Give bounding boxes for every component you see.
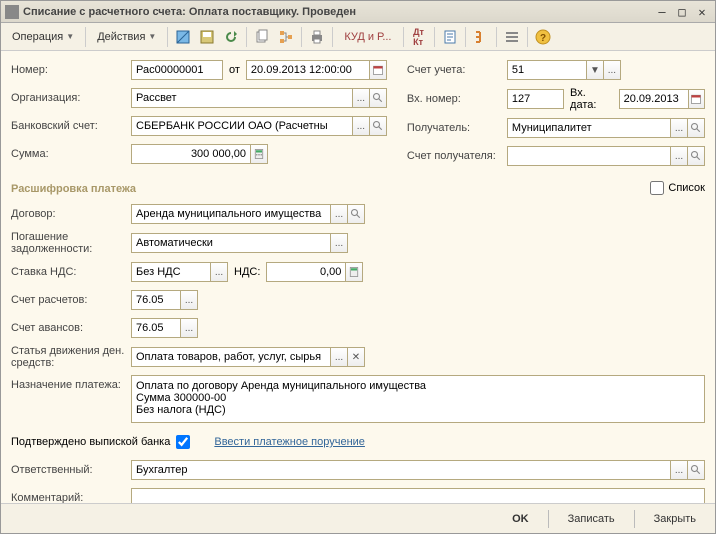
responsible-label: Ответственный: — [11, 464, 131, 476]
advance-label: Счет авансов: — [11, 322, 131, 334]
magnifier-icon[interactable] — [687, 146, 705, 166]
debt-input[interactable] — [131, 233, 331, 253]
contract-label: Договор: — [11, 208, 131, 220]
magnifier-icon[interactable] — [687, 118, 705, 138]
operation-menu[interactable]: Операция▼ — [5, 26, 81, 48]
in-date-label: Вх. дата: — [570, 87, 613, 111]
maximize-button[interactable]: □ — [673, 4, 691, 20]
post-icon[interactable] — [172, 26, 194, 48]
sum-label: Сумма: — [11, 148, 131, 160]
kudir-button[interactable]: КУД и Р... — [337, 26, 398, 48]
copy-icon[interactable] — [251, 26, 273, 48]
ellipsis-button[interactable]: ... — [180, 318, 198, 338]
ellipsis-button[interactable]: ... — [330, 347, 348, 367]
actions-menu[interactable]: Действия▼ — [90, 26, 163, 48]
org-label: Организация: — [11, 92, 131, 104]
clear-icon[interactable]: ✕ — [347, 347, 365, 367]
save-button[interactable]: Записать — [557, 509, 626, 529]
bank-label: Банковский счет: — [11, 120, 131, 132]
comment-input[interactable] — [131, 488, 705, 503]
sum-input[interactable] — [131, 144, 251, 164]
ellipsis-button[interactable]: ... — [330, 233, 348, 253]
refresh-icon[interactable] — [220, 26, 242, 48]
ellipsis-button[interactable]: ... — [352, 116, 370, 136]
list-checkbox[interactable] — [650, 181, 664, 195]
calculator-icon[interactable] — [345, 262, 363, 282]
statusbar: OK Записать Закрыть — [1, 503, 715, 533]
magnifier-icon[interactable] — [369, 116, 387, 136]
responsible-input[interactable] — [131, 460, 671, 480]
save-icon[interactable] — [196, 26, 218, 48]
number-label: Номер: — [11, 64, 131, 76]
settle-input[interactable] — [131, 290, 181, 310]
bank-confirm-label: Подтверждено выпиской банка — [11, 436, 170, 448]
debt-label: Погашение задолженности: — [11, 231, 131, 255]
recipient-input[interactable] — [507, 118, 671, 138]
toolbar: Операция▼ Действия▼ КУД и Р... ДтКт ? — [1, 23, 715, 51]
print-icon[interactable] — [306, 26, 328, 48]
ellipsis-button[interactable]: ... — [670, 146, 688, 166]
ok-button[interactable]: OK — [501, 509, 540, 529]
close-button[interactable]: ✕ — [693, 4, 711, 20]
magnifier-icon[interactable] — [369, 88, 387, 108]
number-input[interactable] — [131, 60, 223, 80]
ellipsis-button[interactable]: ... — [210, 262, 228, 282]
vat-input[interactable] — [266, 262, 346, 282]
magnifier-icon[interactable] — [347, 204, 365, 224]
in-number-input[interactable] — [507, 89, 564, 109]
tree-icon[interactable] — [470, 26, 492, 48]
account-input[interactable] — [507, 60, 587, 80]
list-checkbox-label: Список — [668, 182, 705, 194]
ellipsis-button[interactable]: ... — [180, 290, 198, 310]
titlebar: Списание с расчетного счета: Оплата пост… — [1, 1, 715, 23]
calendar-icon[interactable] — [688, 89, 705, 109]
recipient-label: Получатель: — [407, 122, 507, 134]
help-icon[interactable]: ? — [532, 26, 554, 48]
in-number-label: Вх. номер: — [407, 93, 507, 105]
settle-label: Счет расчетов: — [11, 294, 131, 306]
app-icon — [5, 5, 19, 19]
recipient-account-input[interactable] — [507, 146, 671, 166]
ellipsis-button[interactable]: ... — [670, 118, 688, 138]
bank-input[interactable] — [131, 116, 353, 136]
section-title: Расшифровка платежа — [11, 183, 650, 195]
minimize-button[interactable]: — — [653, 4, 671, 20]
recipient-account-label: Счет получателя: — [407, 150, 507, 162]
flow-input[interactable] — [131, 347, 331, 367]
purpose-textarea[interactable] — [131, 375, 705, 423]
ellipsis-button[interactable]: ... — [603, 60, 621, 80]
bank-confirm-checkbox[interactable] — [176, 435, 190, 449]
ellipsis-button[interactable]: ... — [670, 460, 688, 480]
purpose-label: Назначение платежа: — [11, 375, 131, 391]
calendar-icon[interactable] — [369, 60, 387, 80]
account-label: Счет учета: — [407, 64, 507, 76]
svg-text:?: ? — [539, 33, 545, 44]
magnifier-icon[interactable] — [687, 460, 705, 480]
dropdown-icon[interactable]: ▼ — [586, 60, 604, 80]
list-icon[interactable] — [501, 26, 523, 48]
contract-input[interactable] — [131, 204, 331, 224]
advance-input[interactable] — [131, 318, 181, 338]
from-label: от — [229, 64, 240, 76]
org-input[interactable] — [131, 88, 353, 108]
structure-icon[interactable] — [275, 26, 297, 48]
comment-label: Комментарий: — [11, 492, 131, 503]
close-form-button[interactable]: Закрыть — [643, 509, 707, 529]
date-input[interactable] — [246, 60, 370, 80]
flow-label: Статья движения ден. средств: — [11, 345, 131, 369]
ellipsis-button[interactable]: ... — [330, 204, 348, 224]
ellipsis-button[interactable]: ... — [352, 88, 370, 108]
report-icon[interactable] — [439, 26, 461, 48]
vat-rate-input[interactable] — [131, 262, 211, 282]
vat-label: НДС: — [234, 266, 260, 278]
in-date-input[interactable] — [619, 89, 689, 109]
calculator-icon[interactable] — [250, 144, 268, 164]
dt-kt-icon[interactable]: ДтКт — [408, 26, 430, 48]
vat-rate-label: Ставка НДС: — [11, 266, 131, 278]
window-title: Списание с расчетного счета: Оплата пост… — [23, 6, 651, 18]
payment-order-link[interactable]: Ввести платежное поручение — [214, 436, 365, 448]
